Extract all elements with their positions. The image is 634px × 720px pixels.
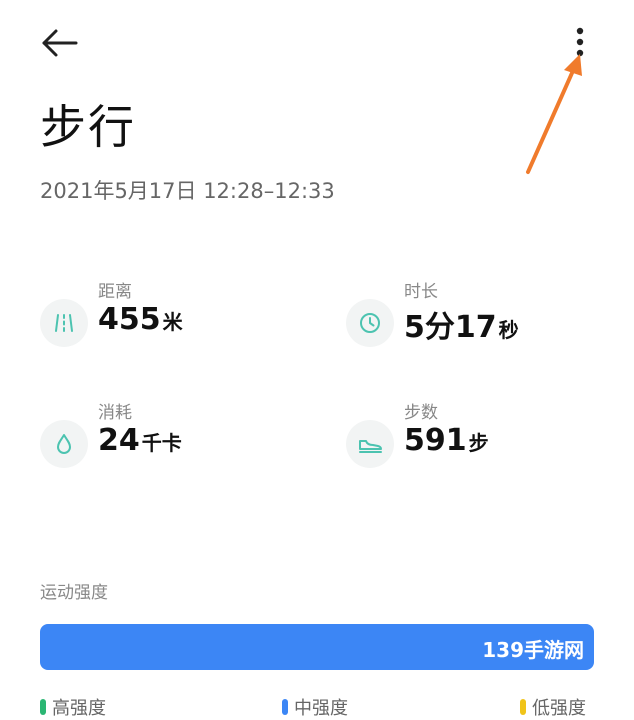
workout-detail-page: 步行 2021年5月17日 12:28–12:33 距离 455 米 时长 5分… xyxy=(0,0,634,720)
legend-medium-swatch xyxy=(282,699,288,715)
stat-duration-label: 时长 xyxy=(404,282,438,302)
clock-icon-wrap xyxy=(346,299,394,347)
workout-datetime: 2021年5月17日 12:28–12:33 xyxy=(40,179,335,203)
legend-high-swatch xyxy=(40,699,46,715)
stat-distance-label: 距离 xyxy=(98,282,132,302)
back-button[interactable] xyxy=(40,26,80,60)
legend-low-swatch xyxy=(520,699,526,715)
more-vertical-icon xyxy=(576,27,584,57)
distance-icon-wrap xyxy=(40,299,88,347)
stat-distance: 距离 455 米 xyxy=(40,277,280,347)
more-menu-button[interactable] xyxy=(566,22,594,66)
stat-steps-value: 591 步 xyxy=(404,423,489,458)
distance-icon xyxy=(55,314,73,332)
stat-steps-unit: 步 xyxy=(468,431,489,455)
clock-icon xyxy=(360,313,380,333)
stat-calories-label: 消耗 xyxy=(98,403,132,423)
stat-calories-unit: 千卡 xyxy=(141,431,182,455)
arrow-left-icon xyxy=(42,29,78,57)
legend-medium-intensity: 中强度 xyxy=(282,694,348,720)
stat-distance-value: 455 米 xyxy=(98,302,183,337)
stat-steps: 步数 591 步 xyxy=(346,398,586,468)
stat-duration: 时长 5分17 秒 xyxy=(346,277,586,347)
annotation-arrow-icon xyxy=(526,54,582,174)
stat-steps-number: 591 xyxy=(404,423,467,458)
legend-low-intensity: 低强度 xyxy=(520,694,586,720)
stat-calories-value: 24 千卡 xyxy=(98,423,182,458)
stat-steps-label: 步数 xyxy=(404,403,438,423)
shoe-icon xyxy=(359,440,382,453)
legend-medium-label: 中强度 xyxy=(294,698,348,719)
stat-calories: 消耗 24 千卡 xyxy=(40,398,280,468)
legend-high-intensity: 高强度 xyxy=(40,694,106,720)
intensity-bar: 139手游网 xyxy=(40,624,594,670)
flame-icon-wrap xyxy=(40,420,88,468)
legend-high-label: 高强度 xyxy=(52,698,106,719)
flame-icon xyxy=(57,434,71,454)
stat-distance-unit: 米 xyxy=(162,310,183,334)
intensity-section-label: 运动强度 xyxy=(40,583,108,603)
stat-duration-unit: 秒 xyxy=(498,318,519,342)
stat-duration-number: 5分17 xyxy=(404,310,497,345)
shoe-icon-wrap xyxy=(346,420,394,468)
stat-distance-number: 455 xyxy=(98,302,161,337)
legend-low-label: 低强度 xyxy=(532,698,586,719)
stat-duration-value: 5分17 秒 xyxy=(404,302,519,346)
page-title: 步行 xyxy=(40,100,136,154)
stat-calories-number: 24 xyxy=(98,423,140,458)
watermark: 139手游网 xyxy=(482,638,584,662)
